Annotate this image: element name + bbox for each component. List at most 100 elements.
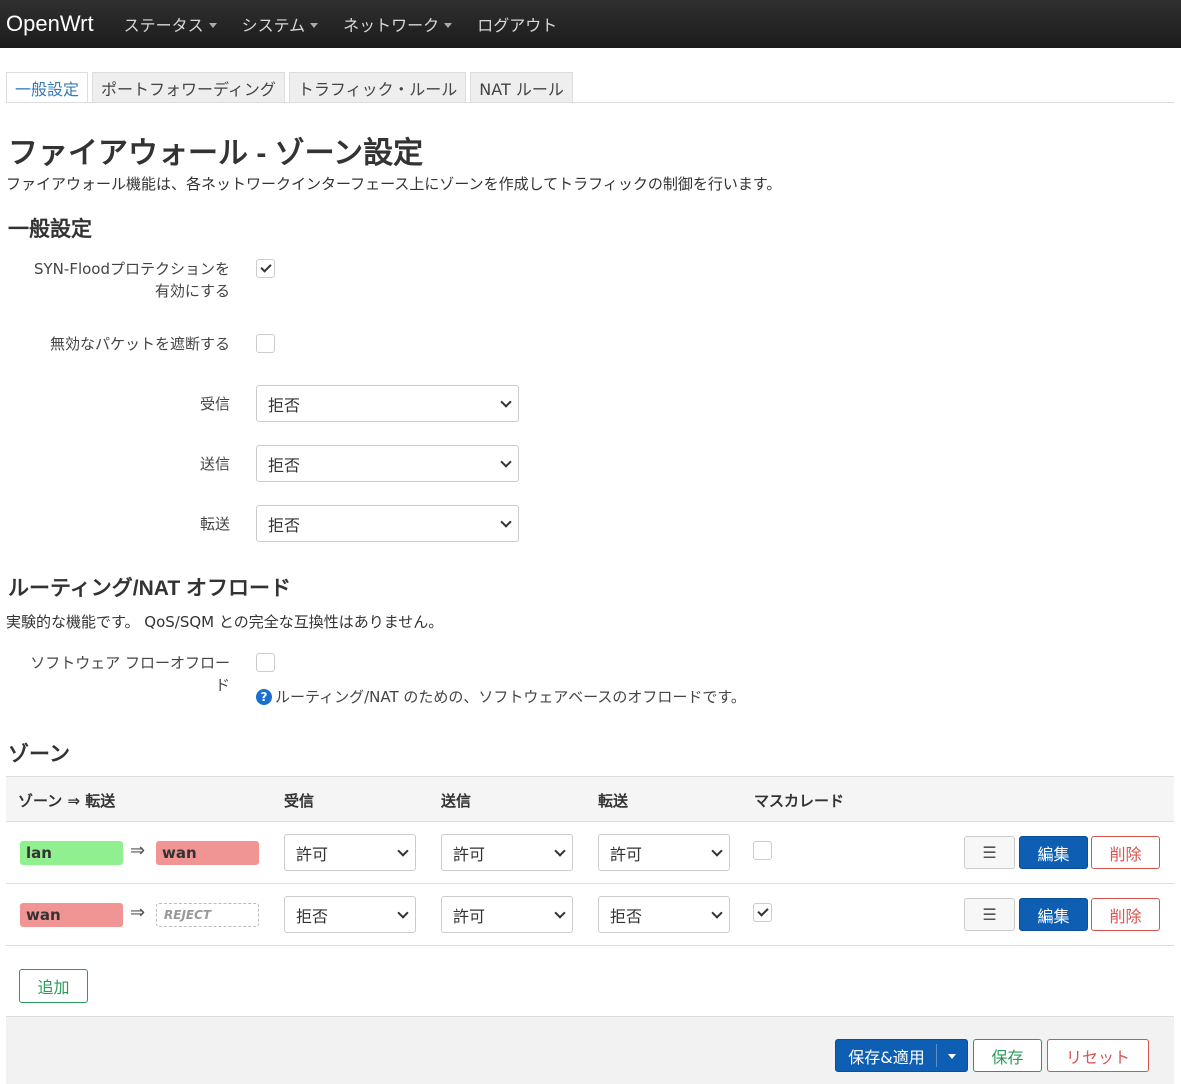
zone-forward-value: 拒否 <box>610 906 643 926</box>
zone-output-select[interactable]: 許可 <box>441 896 573 933</box>
nav-system[interactable]: システム <box>242 12 319 36</box>
syn-flood-label: SYN-Floodプロテクションを 有効にする <box>0 258 230 302</box>
tab-port-forwarding[interactable]: ポートフォワーディング <box>92 72 285 102</box>
input-policy-select[interactable]: 拒否 <box>256 385 519 422</box>
software-offload-label-line1: ソフトウェア フローオフロー <box>30 654 230 672</box>
menu-icon: ☰ <box>982 843 997 862</box>
table-row: wan ⇒ REJECT 拒否 許可 拒否 ☰ 編集 削除 <box>6 884 1174 946</box>
offload-heading: ルーティング/NAT オフロード <box>8 577 292 600</box>
chevron-down-icon <box>500 515 512 528</box>
zone-input-value: 許可 <box>296 844 329 864</box>
caret-down-icon <box>444 22 453 28</box>
delete-button[interactable]: 削除 <box>1091 898 1160 931</box>
output-policy-label: 送信 <box>199 455 230 473</box>
dest-zone-badge: REJECT <box>156 903 259 927</box>
caret-down-icon[interactable] <box>948 1054 956 1059</box>
zone-output-value: 許可 <box>453 844 486 864</box>
row-menu-button[interactable]: ☰ <box>964 836 1015 869</box>
zone-forward-select[interactable]: 許可 <box>598 834 730 871</box>
software-offload-label-line2: ド <box>214 676 230 694</box>
col-masquerade: マスカレード <box>754 792 845 810</box>
page-title: ファイアウォール - ゾーン設定 <box>8 137 424 170</box>
software-offload-help: ? ルーティング/NAT のための、ソフトウェアベースのオフロードです。 <box>256 686 746 707</box>
syn-flood-label-line1: SYN-Floodプロテクションを <box>34 260 230 278</box>
delete-button[interactable]: 削除 <box>1091 836 1160 869</box>
output-policy-select[interactable]: 拒否 <box>256 445 519 482</box>
tab-nat-rules[interactable]: NAT ルール <box>470 72 573 102</box>
check-icon <box>756 905 769 917</box>
software-offload-checkbox[interactable] <box>256 653 275 672</box>
chevron-down-icon <box>397 906 409 919</box>
nav-logout[interactable]: ログアウト <box>477 12 557 36</box>
forward-policy-select[interactable]: 拒否 <box>256 505 519 542</box>
forward-policy-value: 拒否 <box>268 515 301 535</box>
offload-description: 実験的な機能です。 QoS/SQM との完全な互換性はありません。 <box>6 613 444 631</box>
input-policy-label: 受信 <box>199 395 230 413</box>
chevron-down-icon <box>554 844 566 857</box>
reset-button[interactable]: リセット <box>1047 1039 1149 1072</box>
zone-output-select[interactable]: 許可 <box>441 834 573 871</box>
zones-table: ゾーン ⇒ 転送 受信 送信 転送 マスカレード lan ⇒ wan 許可 許可… <box>6 776 1174 946</box>
brand-logo[interactable]: OpenWrt <box>6 11 94 37</box>
chevron-down-icon <box>500 395 512 408</box>
caret-down-icon <box>310 22 319 28</box>
col-zone-forward: ゾーン ⇒ 転送 <box>18 792 116 810</box>
chevron-down-icon <box>711 906 723 919</box>
nav-network[interactable]: ネットワーク <box>343 12 453 36</box>
forward-arrow: ⇒ <box>130 902 146 923</box>
input-policy-value: 拒否 <box>268 395 301 415</box>
masquerade-checkbox[interactable] <box>753 903 772 922</box>
zone-output-value: 許可 <box>453 906 486 926</box>
page-actions: 保存&適用 保存 リセット <box>6 1016 1174 1084</box>
edit-button[interactable]: 編集 <box>1019 898 1088 931</box>
zone-badge: wan <box>20 903 123 927</box>
nav-status[interactable]: ステータス <box>124 12 217 36</box>
zone-input-value: 拒否 <box>296 906 329 926</box>
zone-input-select[interactable]: 許可 <box>284 834 416 871</box>
tab-general[interactable]: 一般設定 <box>6 72 89 102</box>
zone-forward-value: 許可 <box>610 844 643 864</box>
chevron-down-icon <box>500 455 512 468</box>
split-divider <box>936 1044 937 1067</box>
zone-forward-select[interactable]: 拒否 <box>598 896 730 933</box>
general-settings-heading: 一般設定 <box>8 218 92 241</box>
nav-logout-label: ログアウト <box>477 16 558 35</box>
save-apply-button[interactable]: 保存&適用 <box>835 1039 968 1072</box>
col-forward: 転送 <box>598 792 629 810</box>
software-offload-label: ソフトウェア フローオフロー ド <box>0 652 230 696</box>
zone-input-select[interactable]: 拒否 <box>284 896 416 933</box>
check-icon <box>259 261 272 273</box>
syn-flood-label-line2: 有効にする <box>154 282 230 300</box>
save-button[interactable]: 保存 <box>973 1039 1042 1072</box>
tab-divider <box>6 102 1174 103</box>
nav-network-label: ネットワーク <box>343 16 440 35</box>
table-row: lan ⇒ wan 許可 許可 許可 ☰ 編集 削除 <box>6 822 1174 884</box>
output-policy-value: 拒否 <box>268 455 301 475</box>
nav-status-label: ステータス <box>123 16 204 35</box>
chevron-down-icon <box>554 906 566 919</box>
drop-invalid-checkbox[interactable] <box>256 334 275 353</box>
tab-bar: 一般設定 ポートフォワーディング トラフィック・ルール NAT ルール <box>6 72 577 102</box>
chevron-down-icon <box>711 844 723 857</box>
menu-icon: ☰ <box>982 905 997 924</box>
row-menu-button[interactable]: ☰ <box>964 898 1015 931</box>
zone-badge: lan <box>20 841 123 865</box>
help-icon: ? <box>256 688 272 705</box>
col-output: 送信 <box>441 792 472 810</box>
dest-zone-badge: wan <box>156 841 259 865</box>
navbar: OpenWrt ステータス システム ネットワーク ログアウト <box>0 0 1181 48</box>
tab-traffic-rules[interactable]: トラフィック・ルール <box>288 72 467 102</box>
save-apply-label: 保存&適用 <box>848 1047 925 1067</box>
caret-down-icon <box>208 22 217 28</box>
masquerade-checkbox[interactable] <box>753 841 772 860</box>
zones-heading: ゾーン <box>8 743 70 766</box>
add-zone-button[interactable]: 追加 <box>19 969 88 1003</box>
col-input: 受信 <box>284 792 315 810</box>
syn-flood-checkbox[interactable] <box>256 259 275 278</box>
chevron-down-icon <box>397 844 409 857</box>
forward-policy-label: 転送 <box>199 515 230 533</box>
edit-button[interactable]: 編集 <box>1019 836 1088 869</box>
zones-table-header: ゾーン ⇒ 転送 受信 送信 転送 マスカレード <box>6 776 1174 822</box>
software-offload-help-text: ルーティング/NAT のための、ソフトウェアベースのオフロードです。 <box>275 688 746 706</box>
page-description: ファイアウォール機能は、各ネットワークインターフェース上にゾーンを作成してトラフ… <box>6 175 782 193</box>
